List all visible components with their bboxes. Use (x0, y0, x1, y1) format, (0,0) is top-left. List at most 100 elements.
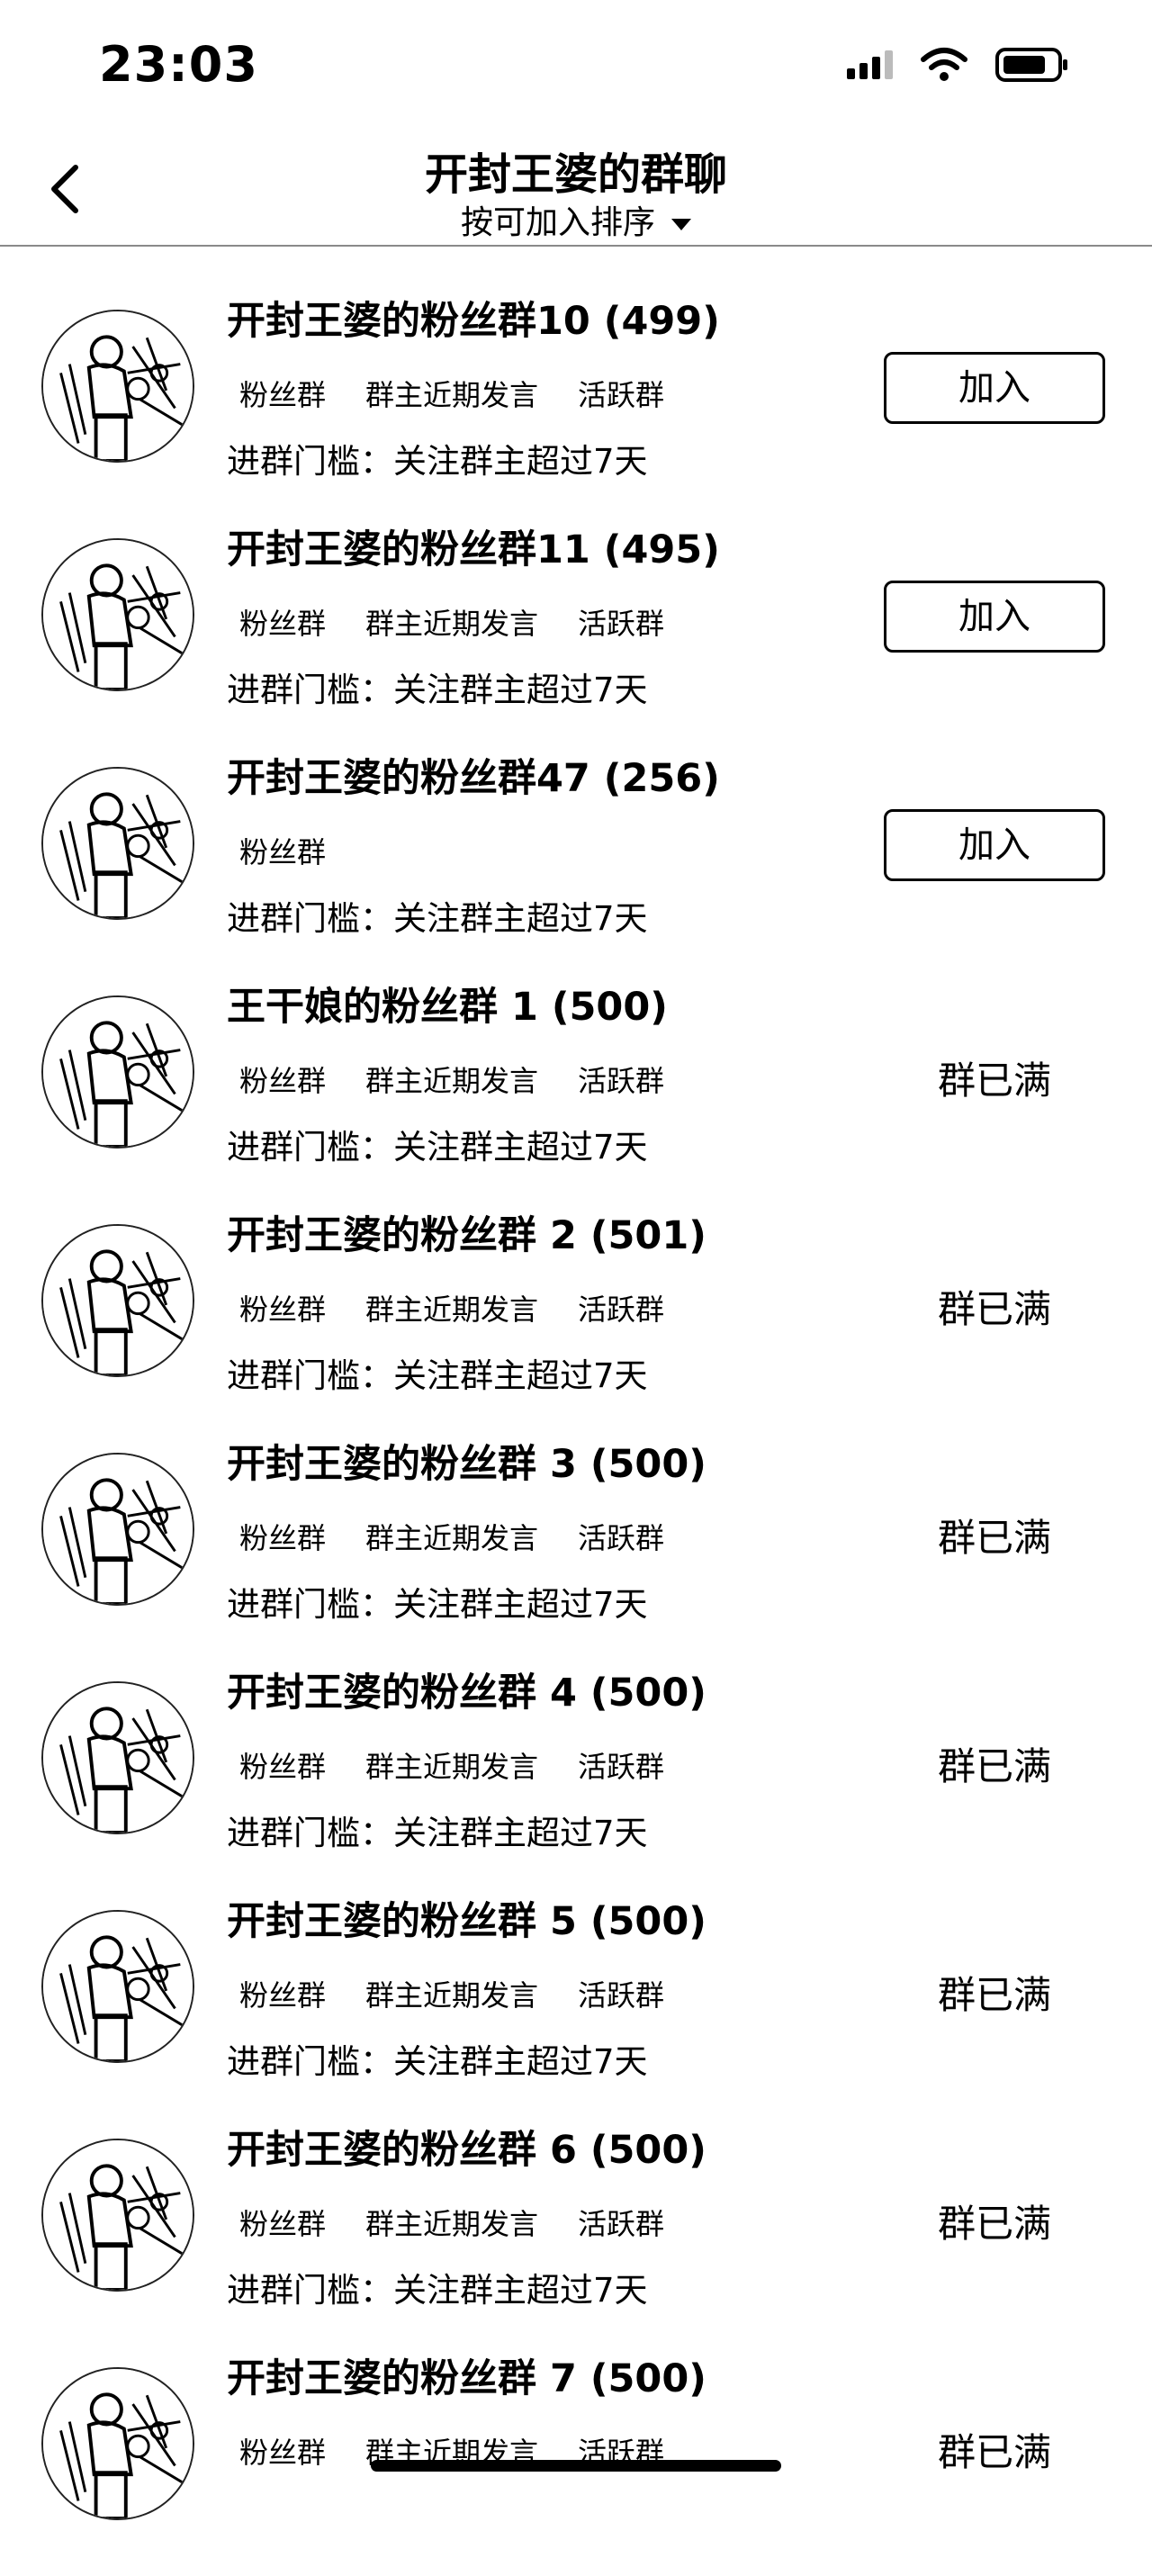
group-tag: 群主近期发言 (365, 1978, 539, 2013)
group-item[interactable]: 开封王婆的粉丝群10 (499) 粉丝群 群主近期发言 活跃群 进群门槛：关注群主超过7… (0, 290, 1152, 518)
join-threshold: 进群门槛：关注群主超过7天 (227, 442, 648, 481)
group-full-label: 群已满 (937, 1744, 1051, 1788)
group-name: 开封王婆的粉丝群47 (256) (227, 756, 720, 801)
group-tag: 活跃群 (578, 607, 665, 641)
group-tag: 粉丝群 (239, 2207, 327, 2241)
avatar-image (43, 311, 193, 461)
group-item[interactable]: 开封王婆的粉丝群 4 (500) 粉丝群 群主近期发言 活跃群进群门槛：关注群主超过7… (0, 1662, 1152, 1890)
group-name: 开封王婆的粉丝群 3 (500) (227, 1442, 706, 1487)
nav-bar: 开封王婆的群聊 按可加入排序 (0, 135, 1152, 247)
group-tag: 群主近期发言 (365, 607, 539, 641)
group-item[interactable]: 开封王婆的粉丝群 6 (500) 粉丝群 群主近期发言 活跃群进群门槛：关注群主超过7… (0, 2119, 1152, 2347)
group-tags: 粉丝群 群主近期发言 活跃群 (239, 1516, 664, 1557)
cellular-signal-icon (847, 50, 893, 79)
group-tag: 粉丝群 (239, 607, 327, 641)
home-indicator (371, 2460, 781, 2472)
avatar-image (43, 1226, 193, 1375)
join-button[interactable]: 加入 (884, 581, 1105, 653)
status-bar: 23:03 (0, 0, 1152, 135)
group-tags: 粉丝群 群主近期发言 活跃群 (239, 373, 664, 414)
group-item[interactable]: 开封王婆的粉丝群 2 (501) 粉丝群 群主近期发言 活跃群进群门槛：关注群主超过7… (0, 1204, 1152, 1433)
group-tag: 活跃群 (578, 2207, 665, 2241)
avatar[interactable] (41, 1681, 194, 1834)
group-name: 王干娘的粉丝群 1 (500) (227, 985, 668, 1030)
group-tags: 粉丝群 群主近期发言 活跃群 (239, 1287, 664, 1329)
group-name: 开封王婆的粉丝群 7 (500) (227, 2356, 706, 2401)
join-threshold: 进群门槛：关注群主超过7天 (227, 2271, 648, 2310)
group-item[interactable]: 王干娘的粉丝群 1 (500) 粉丝群 群主近期发言 活跃群 进群门槛：关注群主超过7天… (0, 976, 1152, 1204)
group-tag: 群主近期发言 (365, 2207, 539, 2241)
battery-icon (995, 48, 1067, 82)
group-tag: 群主近期发言 (365, 378, 539, 412)
group-tag: 粉丝群 (239, 1750, 327, 1784)
group-list: 开封王婆的粉丝群10 (499) 粉丝群 群主近期发言 活跃群 进群门槛：关注群主超过7… (0, 290, 1152, 2576)
group-tag: 群主近期发言 (365, 1521, 539, 1555)
avatar[interactable] (41, 2139, 194, 2292)
avatar-image (43, 1455, 193, 1604)
join-threshold: 进群门槛：关注群主超过7天 (227, 1356, 648, 1395)
group-tag: 群主近期发言 (365, 1064, 539, 1098)
avatar[interactable] (41, 1224, 194, 1377)
group-tag: 活跃群 (578, 1293, 665, 1327)
group-full-label: 群已满 (937, 1516, 1051, 1560)
group-full-label: 群已满 (937, 1287, 1051, 1331)
group-name: 开封王婆的粉丝群10 (499) (227, 299, 720, 344)
group-tag: 粉丝群 (239, 1293, 327, 1327)
sort-label: 按可加入排序 (460, 204, 655, 241)
join-threshold: 进群门槛：关注群主超过7天 (227, 1814, 648, 1852)
group-full-label: 群已满 (937, 1058, 1051, 1103)
join-threshold: 进群门槛：关注群主超过7天 (227, 671, 648, 709)
group-tags: 粉丝群 (239, 830, 326, 871)
group-tags: 粉丝群 群主近期发言 活跃群 (239, 1744, 664, 1786)
status-icons (847, 47, 1069, 83)
group-tag: 粉丝群 (239, 1521, 327, 1555)
group-tag: 粉丝群 (239, 1064, 327, 1098)
group-tag: 粉丝群 (239, 1978, 327, 2013)
group-item[interactable]: 开封王婆的粉丝群47 (256) 粉丝群进群门槛：关注群主超过7天 加入 (0, 747, 1152, 976)
group-tag: 活跃群 (578, 1978, 665, 2013)
avatar-image (43, 1683, 193, 1833)
avatar-image (43, 540, 193, 689)
join-threshold: 进群门槛：关注群主超过7天 (227, 899, 648, 938)
join-button[interactable]: 加入 (884, 809, 1105, 881)
group-name: 开封王婆的粉丝群 2 (501) (227, 1213, 706, 1258)
avatar[interactable] (41, 995, 194, 1148)
avatar[interactable] (41, 1910, 194, 2063)
group-name: 开封王婆的粉丝群 4 (500) (227, 1671, 706, 1716)
group-tag: 活跃群 (578, 378, 665, 412)
avatar-image (43, 1912, 193, 2061)
group-tag: 活跃群 (578, 1064, 665, 1098)
group-full-label: 群已满 (937, 1973, 1051, 2017)
sort-dropdown[interactable]: 按可加入排序 (0, 196, 1152, 243)
group-tag: 群主近期发言 (365, 1750, 539, 1784)
avatar[interactable] (41, 2367, 194, 2520)
group-full-label: 群已满 (937, 2202, 1051, 2246)
avatar-image (43, 769, 193, 918)
group-tags: 粉丝群 群主近期发言 活跃群 (239, 2202, 664, 2243)
avatar-image (43, 2369, 193, 2518)
avatar[interactable] (41, 310, 194, 463)
page-title: 开封王婆的群聊 (424, 149, 727, 200)
group-item[interactable]: 开封王婆的粉丝群 5 (500) 粉丝群 群主近期发言 活跃群进群门槛：关注群主超过7… (0, 1890, 1152, 2119)
group-tag: 活跃群 (578, 1750, 665, 1784)
avatar[interactable] (41, 538, 194, 691)
group-tags: 粉丝群 群主近期发言 活跃群 (239, 1058, 664, 1100)
avatar-image (43, 2140, 193, 2290)
join-threshold: 进群门槛：关注群主超过7天 (227, 2042, 648, 2081)
status-time: 23:03 (99, 36, 258, 93)
group-name: 开封王婆的粉丝群 6 (500) (227, 2128, 706, 2173)
join-button[interactable]: 加入 (884, 352, 1105, 424)
avatar[interactable] (41, 767, 194, 920)
group-name: 开封王婆的粉丝群 5 (500) (227, 1899, 706, 1944)
group-tags: 粉丝群 群主近期发言 活跃群 (239, 1973, 664, 2014)
join-threshold: 进群门槛：关注群主超过7天 (227, 1585, 648, 1624)
group-item[interactable]: 开封王婆的粉丝群 3 (500) 粉丝群 群主近期发言 活跃群进群门槛：关注群主超过7… (0, 1433, 1152, 1662)
group-tag: 群主近期发言 (365, 1293, 539, 1327)
group-tag: 活跃群 (578, 1521, 665, 1555)
group-tag: 粉丝群 (239, 2436, 327, 2470)
group-tags: 粉丝群 群主近期发言 活跃群 (239, 601, 664, 643)
avatar[interactable] (41, 1453, 194, 1606)
group-item[interactable]: 开封王婆的粉丝群11 (495) 粉丝群 群主近期发言 活跃群 进群门槛：关注群主超过7… (0, 518, 1152, 747)
group-tag: 粉丝群 (239, 835, 327, 869)
caret-down-icon (671, 218, 691, 230)
